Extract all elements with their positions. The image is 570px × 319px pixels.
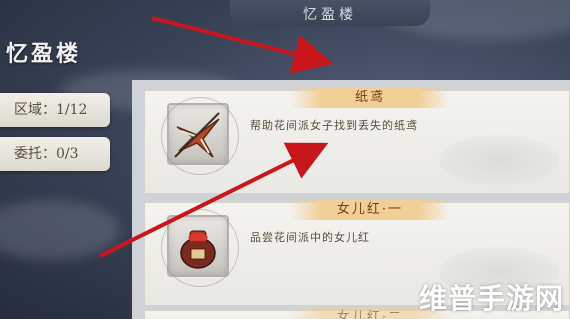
game-scene: 忆盈楼 忆盈楼 区域：1/12 委托：0/3 纸鸢 帮助花间派女子找到丢失的纸鸢 — [0, 0, 570, 319]
arrow-to-header — [151, 16, 334, 74]
watermark: 维普手游网 — [418, 282, 564, 315]
arrow-to-quest — [99, 142, 329, 258]
annotation-arrows — [99, 16, 334, 258]
